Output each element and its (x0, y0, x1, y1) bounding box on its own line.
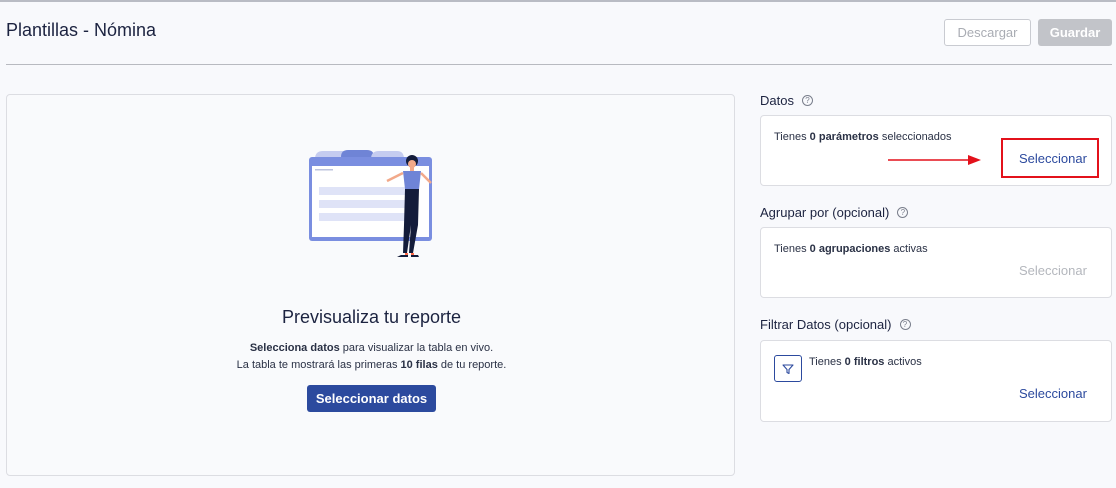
arrow-right-icon (888, 155, 981, 165)
header-divider (6, 64, 1112, 65)
agrupar-card: Tienes 0 agrupaciones activas Selecciona… (760, 227, 1112, 298)
filter-icon[interactable] (774, 355, 802, 382)
datos-section-title: Datos? (760, 93, 813, 108)
download-button[interactable]: Descargar (944, 19, 1031, 46)
datos-text-bold: 0 parámetros (809, 131, 879, 143)
agrupar-text-end: activas (890, 243, 928, 255)
datos-title-label: Datos (760, 93, 794, 108)
agrupar-text-bold: 0 agrupaciones (809, 243, 891, 255)
agrupar-select-link[interactable]: Seleccionar (1019, 263, 1087, 278)
agrupar-title-label: Agrupar por (opcional) (760, 205, 890, 220)
filtrar-text-end: activos (884, 356, 922, 368)
preview-description-1: Selecciona datos para visualizar la tabl… (7, 342, 736, 354)
filtrar-select-link[interactable]: Seleccionar (1019, 386, 1087, 401)
preview-title: Previsualiza tu reporte (281, 307, 462, 327)
datos-text-end: seleccionados (878, 131, 952, 143)
help-circle-icon[interactable]: ? (899, 319, 911, 330)
filtrar-card-text: Tienes 0 filtros activos (809, 356, 922, 368)
top-border (0, 0, 1116, 2)
agrupar-text-start: Tienes (774, 243, 810, 255)
report-illustration (309, 150, 432, 257)
preview-description-2: La tabla te mostrará las primeras 10 fil… (7, 359, 736, 371)
preview-description-1-bold: Selecciona datos (249, 342, 340, 354)
preview-description-2-start: La tabla te mostrará las primeras (236, 359, 401, 371)
datos-text-start: Tienes (774, 131, 810, 143)
preview-description-2-end: de tu reporte. (437, 359, 507, 371)
filtrar-text-start: Tienes (809, 356, 845, 368)
help-circle-icon[interactable]: ? (897, 207, 909, 218)
select-data-button[interactable]: Seleccionar datos (307, 385, 436, 412)
highlight-box (1001, 138, 1099, 178)
datos-card-text: Tienes 0 parámetros seleccionados (774, 131, 952, 143)
preview-panel: Previsualiza tu reporte Selecciona datos… (6, 94, 735, 476)
filtrar-text-bold: 0 filtros (844, 356, 885, 368)
save-button[interactable]: Guardar (1038, 19, 1112, 46)
filtrar-section-title: Filtrar Datos (opcional)? (760, 317, 911, 332)
page-title: Plantillas - Nómina (6, 20, 157, 40)
filtrar-card: Tienes 0 filtros activos Seleccionar (760, 340, 1112, 422)
agrupar-card-text: Tienes 0 agrupaciones activas (774, 243, 928, 255)
filtrar-title-label: Filtrar Datos (opcional) (760, 317, 892, 332)
agrupar-section-title: Agrupar por (opcional)? (760, 205, 909, 220)
help-circle-icon[interactable]: ? (801, 95, 813, 106)
preview-description-2-bold: 10 filas (400, 359, 438, 371)
preview-description-1-rest: para visualizar la tabla en vivo. (339, 342, 494, 354)
